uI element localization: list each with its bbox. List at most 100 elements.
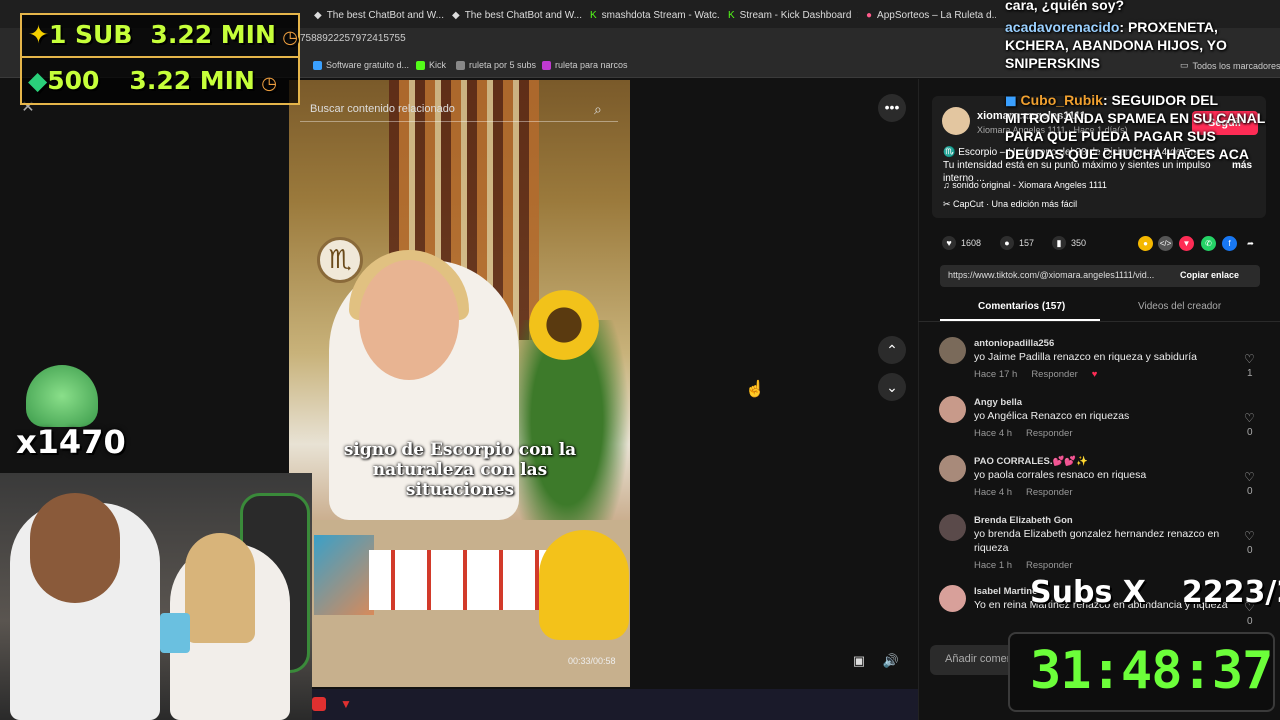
avatar[interactable] xyxy=(942,107,970,135)
bookmark-item[interactable]: ruleta por 5 subs xyxy=(456,60,536,70)
video-time: 00:33/00:58 xyxy=(568,656,616,666)
reply-button[interactable]: Responder xyxy=(1026,487,1072,498)
app-icon[interactable]: ▼ xyxy=(340,697,352,711)
comment-like-count: 0 xyxy=(1247,486,1253,497)
bookmark-label: ruleta por 5 subs xyxy=(469,60,537,70)
chat-message: cara, ¿quién soy? xyxy=(1005,0,1125,13)
previous-video-button[interactable]: ⌃ xyxy=(878,336,906,364)
clock-icon: ◷ xyxy=(254,73,277,94)
comment-text: yo Jaime Padilla renazco en riqueza y sa… xyxy=(974,351,1197,363)
kick-gem-icon: ◆ xyxy=(28,66,48,95)
heart-icon[interactable]: ♡ xyxy=(1244,411,1255,425)
browser-tab[interactable]: ●AppSorteos – La Ruleta d...✕ xyxy=(860,4,996,26)
heart-icon: ♥ xyxy=(942,236,956,250)
browser-tab[interactable]: Ksmashdota Stream - Watc...✕ xyxy=(584,4,720,26)
sound-link[interactable]: ♫ sonido original - Xiomara Angeles 1111 xyxy=(943,180,1107,190)
more-options-button[interactable]: ••• xyxy=(878,94,906,122)
reply-button[interactable]: Responder xyxy=(1031,369,1077,380)
heart-icon[interactable]: ♡ xyxy=(1244,470,1255,484)
whatsapp-icon[interactable]: ✆ xyxy=(1201,236,1216,251)
subs-multiplier: Subs X 2223/2 xyxy=(1030,575,1280,610)
wheel-icon: ● xyxy=(866,9,873,21)
comment-time: Hace 4 h xyxy=(974,487,1013,498)
save-stat[interactable]: ▮ 350 xyxy=(1052,236,1086,250)
search-icon[interactable]: ⌕ xyxy=(594,101,602,118)
bookmark-icon xyxy=(313,60,322,70)
reply-button[interactable]: Responder xyxy=(1026,560,1072,571)
comment-like-count: 0 xyxy=(1247,616,1253,627)
bookmark-item[interactable]: Software gratuito d... xyxy=(313,60,409,70)
scorpio-icon: ♏ xyxy=(317,237,363,283)
webcam-face xyxy=(30,493,120,603)
video-scene-sunflower xyxy=(529,290,599,360)
chat-user: acadavorenacido xyxy=(1005,19,1120,35)
mouse-cursor-icon: ☝ xyxy=(745,381,765,398)
avatar[interactable] xyxy=(939,514,966,541)
avatar[interactable] xyxy=(939,396,966,423)
kick-icon: K xyxy=(728,9,735,21)
comment-meta: Hace 4 h Responder xyxy=(974,428,1073,439)
heart-icon[interactable]: ♡ xyxy=(1244,352,1255,366)
comment-like-count: 1 xyxy=(1247,368,1253,379)
close-icon[interactable]: ✕ xyxy=(856,9,858,22)
comment-author[interactable]: PAO CORRALES.💕💕✨ xyxy=(974,456,1088,467)
like-stat[interactable]: ♥ 1608 xyxy=(942,236,981,250)
next-video-button[interactable]: ⌄ xyxy=(878,373,906,401)
capcut-link[interactable]: ✂ CapCut · Una edición más fácil xyxy=(943,199,1077,210)
comment-author[interactable]: antoniopadilla256 xyxy=(974,338,1054,349)
volume-icon[interactable]: 🔊 xyxy=(880,650,902,672)
comment-meta: Hace 17 h Responder ♥ xyxy=(974,369,1097,380)
share-arrow-icon[interactable]: ➦ xyxy=(1243,236,1258,251)
url-text[interactable]: 7588922257972415755 xyxy=(300,33,406,44)
facebook-icon[interactable]: f xyxy=(1222,236,1237,251)
tab-comments[interactable]: Comentarios (157) xyxy=(978,301,1065,312)
sub-goal-label: 1 SUB xyxy=(48,20,133,49)
bookmark-label: ruleta para narcos xyxy=(555,60,628,70)
bookmark-icon xyxy=(542,60,551,70)
send-icon[interactable]: ▼ xyxy=(1179,236,1194,251)
comment-time: Hace 4 h xyxy=(974,428,1013,439)
emote-counter: x1470 xyxy=(16,423,126,461)
avatar[interactable] xyxy=(939,455,966,482)
kick-icon: K xyxy=(590,9,597,21)
bookmark-label: Kick xyxy=(429,60,447,70)
browser-tab[interactable]: K Stream - Kick Dashboard ✕ xyxy=(722,4,858,26)
comment-meta: Hace 4 h Responder xyxy=(974,487,1073,498)
tab-creator-videos[interactable]: Videos del creador xyxy=(1138,301,1221,312)
subathon-timer: 31:48:37 xyxy=(1030,641,1273,701)
sound-label: sonido original - Xiomara Angeles 1111 xyxy=(952,180,1107,190)
search-placeholder: Buscar contenido relacionado xyxy=(310,103,455,115)
pip-icon[interactable]: ▣ xyxy=(848,650,870,672)
bookmark-icon xyxy=(416,60,425,70)
clock-icon: ◷ xyxy=(275,27,298,48)
video-scene-cards xyxy=(369,550,549,610)
heart-icon[interactable]: ♡ xyxy=(1244,529,1255,543)
comment-author[interactable]: Brenda Elizabeth Gon xyxy=(974,515,1073,526)
music-note-icon: ♫ xyxy=(943,180,953,190)
copy-link-button[interactable]: Copiar enlace xyxy=(1180,270,1239,280)
avatar[interactable] xyxy=(939,337,966,364)
video-link[interactable]: https://www.tiktok.com/@xiomara.angeles1… xyxy=(948,270,1173,280)
video-scene-book xyxy=(314,535,374,615)
tab-label: AppSorteos – La Ruleta d... xyxy=(877,9,996,21)
bookmark-item[interactable]: Kick xyxy=(416,60,446,70)
comment-meta: Hace 1 h Responder xyxy=(974,560,1073,571)
bookmark-icon xyxy=(456,60,465,70)
comment-time: Hace 1 h xyxy=(974,560,1013,571)
sub-goal-row: ✦1 SUB 3.22 MIN ◷ xyxy=(28,20,298,49)
kick-goal-row: ◆500 3.22 MIN ◷ xyxy=(28,66,277,95)
comment-author[interactable]: Angy bella xyxy=(974,397,1022,408)
bookmark-item[interactable]: ruleta para narcos xyxy=(542,60,628,70)
avatar[interactable] xyxy=(939,585,966,612)
sub-goal-time: 3.22 MIN xyxy=(150,20,276,49)
chat-message: ◼ Cubo_Rubik: SEGUIDOR DEL MITRON ANDA S… xyxy=(1005,91,1275,163)
browser-tab[interactable]: ◆The best ChatBot and W...✕ xyxy=(308,4,444,26)
browser-tab[interactable]: ◆The best ChatBot and W...✕ xyxy=(446,4,582,26)
reply-button[interactable]: Responder xyxy=(1026,428,1072,439)
coin-icon[interactable]: ● xyxy=(1138,236,1153,251)
comment-stat[interactable]: ● 157 xyxy=(1000,236,1034,250)
video-player[interactable] xyxy=(289,80,630,687)
video-caption: signo de Escorpio con la naturaleza con … xyxy=(343,440,577,500)
embed-icon[interactable]: </> xyxy=(1158,236,1173,251)
app-icon[interactable] xyxy=(312,697,326,711)
